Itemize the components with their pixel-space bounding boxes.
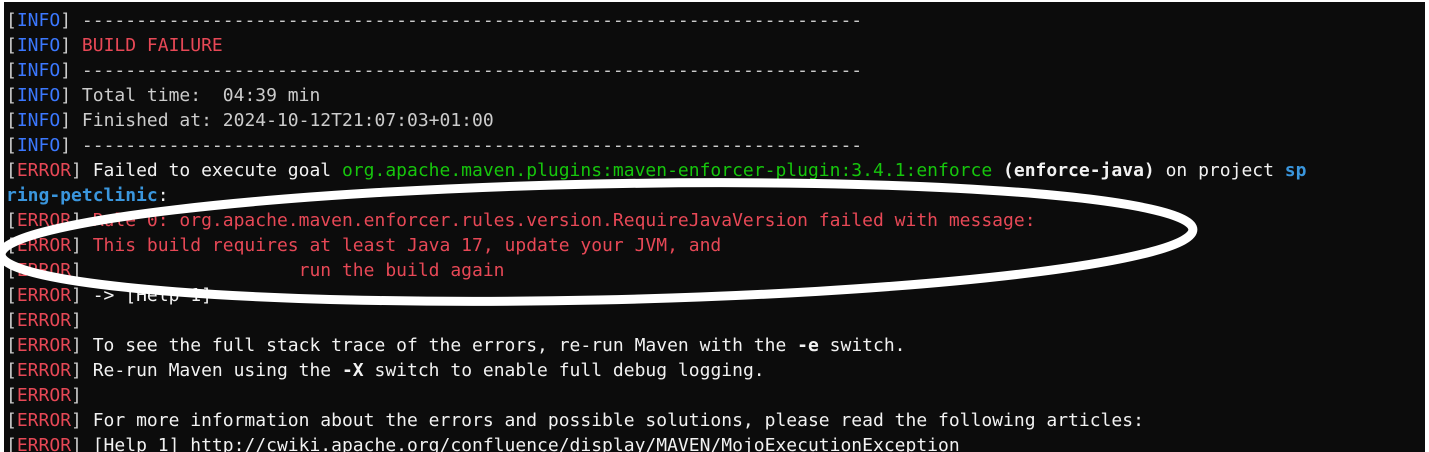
- log-line: [INFO] ---------------------------------…: [6, 10, 863, 31]
- separator-line: ----------------------------------------…: [81, 135, 863, 156]
- log-line: [ERROR] [Help 1] http://cwiki.apache.org…: [6, 433, 960, 452]
- info-tag: INFO: [16, 85, 61, 106]
- error-text: Failed to execute goal: [92, 160, 342, 181]
- rule-failure-text: Rule 0: org.apache.maven.enforcer.rules.…: [92, 210, 1036, 231]
- error-tag: ERROR: [16, 410, 72, 431]
- info-tag: INFO: [16, 135, 61, 156]
- log-line: ring-petclinic:: [6, 185, 169, 206]
- log-line: [ERROR] For more information about the e…: [6, 410, 1144, 431]
- error-tag: ERROR: [16, 160, 72, 181]
- log-line: [ERROR]: [6, 385, 82, 406]
- log-line: [INFO] Total time: 04:39 min: [6, 85, 321, 106]
- java-version-message: This build requires at least Java 17, up…: [92, 235, 722, 256]
- log-line: [ERROR]: [6, 310, 82, 331]
- execution-id-text: (enforce-java): [992, 160, 1155, 181]
- java-version-message: run the build again: [92, 260, 505, 281]
- error-tag: ERROR: [16, 260, 72, 281]
- separator-line: ----------------------------------------…: [81, 60, 863, 81]
- log-line: [INFO] Finished at: 2024-10-12T21:07:03+…: [6, 110, 494, 131]
- help-link[interactable]: [Help 1] http://cwiki.apache.org/conflue…: [93, 435, 960, 452]
- total-time-text: Total time: 04:39 min: [81, 85, 321, 106]
- plugin-goal-text: org.apache.maven.plugins:maven-enforcer-…: [341, 160, 993, 181]
- log-line: [ERROR] run the build again: [6, 260, 505, 281]
- switch-flag: -X: [341, 360, 364, 381]
- log-line: [ERROR] This build requires at least Jav…: [6, 235, 722, 256]
- error-tag: ERROR: [16, 360, 72, 381]
- project-name-text: sp: [1284, 160, 1307, 181]
- info-tag: INFO: [16, 110, 61, 131]
- error-tag: ERROR: [16, 335, 72, 356]
- error-tag: ERROR: [16, 235, 72, 256]
- finished-at-text: Finished at: 2024-10-12T21:07:03+01:00: [81, 110, 494, 131]
- info-tag: INFO: [16, 60, 61, 81]
- error-tag: ERROR: [16, 210, 72, 231]
- error-tag: ERROR: [16, 310, 72, 331]
- switch-flag: -e: [797, 335, 819, 356]
- log-line: [INFO] ---------------------------------…: [6, 60, 863, 81]
- log-line: [ERROR] -> [Help 1]: [6, 285, 212, 306]
- log-line: [ERROR] Re-run Maven using the -X switch…: [6, 360, 765, 381]
- log-line: [INFO] BUILD FAILURE: [6, 35, 223, 56]
- info-tag: INFO: [16, 10, 61, 31]
- log-line: [ERROR] Rule 0: org.apache.maven.enforce…: [6, 210, 1036, 231]
- separator-line: ----------------------------------------…: [81, 10, 863, 31]
- log-line: [ERROR] Failed to execute goal org.apach…: [6, 160, 1307, 181]
- info-tag: INFO: [16, 35, 61, 56]
- more-info-text: For more information about the errors an…: [92, 410, 1144, 431]
- terminal-window[interactable]: [INFO] ---------------------------------…: [4, 2, 1425, 452]
- log-line: [INFO] ---------------------------------…: [6, 135, 863, 156]
- log-line: [ERROR] To see the full stack trace of t…: [6, 335, 906, 356]
- error-text: on project: [1154, 160, 1285, 181]
- help-reference-text: -> [Help 1]: [92, 285, 212, 306]
- build-failure-text: BUILD FAILURE: [81, 35, 223, 56]
- error-tag: ERROR: [16, 385, 72, 406]
- error-tag: ERROR: [16, 285, 72, 306]
- project-name-text: ring-petclinic: [6, 185, 158, 206]
- error-tag: ERROR: [16, 435, 72, 452]
